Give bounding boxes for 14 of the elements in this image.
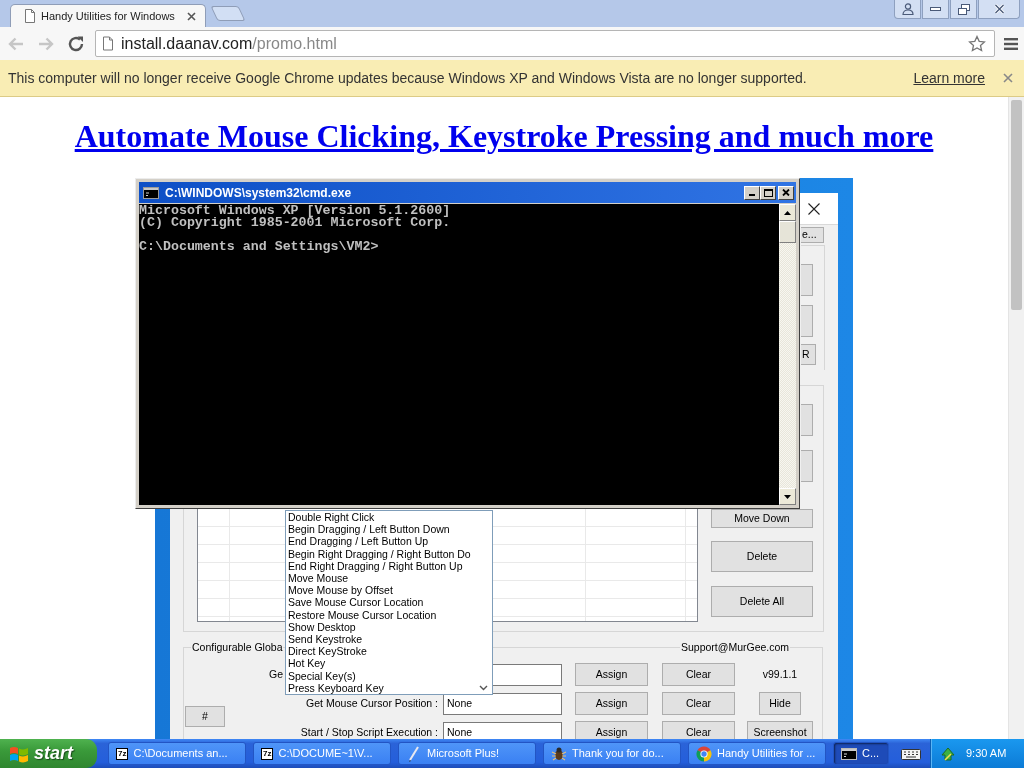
archive-logo: 7z <box>116 747 129 760</box>
console-line: (C) Copyright 1985-2001 Microsoft Corp. <box>139 217 452 229</box>
version-text: v99.1.1 <box>762 666 798 682</box>
infobar-message: This computer will no longer receive Google Chrome updates because Windows XP and Windows Vista are no longer supported. <box>8 68 807 88</box>
window-title: C:\WINDOWS\system32\cmd.exe <box>165 185 352 200</box>
support-email: Support@MurGee.com <box>680 641 791 653</box>
console-prompt: C:\Documents and Settings\VM2> <box>139 241 380 253</box>
archive-logo: 7z <box>261 747 274 760</box>
hotkey-label: Ge <box>269 669 283 680</box>
group-title: Configurable Globa <box>191 641 284 653</box>
console-line: Microsoft Windows XP [Version 5.1.2600] <box>139 205 452 217</box>
hotkey-label: Get Mouse Cursor Position : <box>306 698 438 709</box>
hotkey-label: Start / Stop Script Execution : <box>300 727 438 738</box>
clock: 9:30 AM <box>966 746 1007 762</box>
